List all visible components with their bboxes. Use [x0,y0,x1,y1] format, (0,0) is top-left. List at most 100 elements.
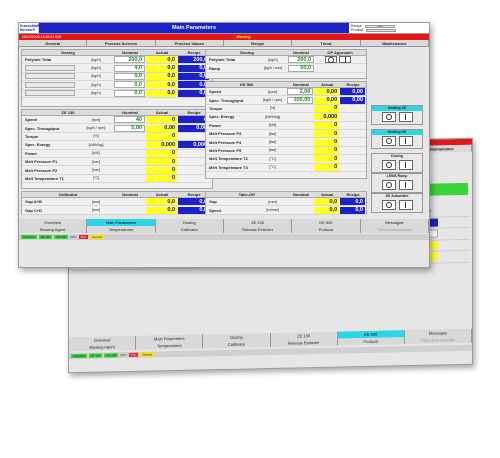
side-toggle-switch[interactable] [372,199,422,212]
dosing-nominal-value[interactable]: 0,0 [114,89,145,97]
dosing-nominal-value[interactable]: 4,0 [114,64,145,72]
nav-trend-acknowledge[interactable]: Trend Acknowledge [360,226,429,233]
ze130-actual-value: 0,00 [146,124,177,132]
nav-calibrator[interactable]: Calibrator [155,226,224,233]
nav-ke-500[interactable]: KE 500 [292,219,361,226]
status-solenoid: Solenoid [21,235,37,239]
ze130-nominal-value[interactable]: 5,00 [114,124,145,132]
nav-calibrator[interactable]: Calibrator [203,339,271,349]
side-toggle-ke-automatic[interactable]: KE Automatic [371,193,423,213]
side-toggle-heating-ke[interactable]: Heating KE [371,129,423,149]
ze130-nominal-value[interactable]: 40 [114,116,145,124]
dosing-actual-value: 0,0 [146,64,177,72]
calibrator-row: Gap C+D [mm] 0,0 0,0 [22,206,212,215]
nav-protocol[interactable]: Protocol [337,337,405,346]
nav-main-parameters[interactable]: Main Parameters [87,219,156,226]
toggle-off-icon[interactable] [381,136,396,146]
dosing-approach-nominal[interactable]: 50,0 [288,64,314,72]
nav-messages[interactable]: Messages [360,219,429,226]
ze130-actual-value: 0 [146,158,177,166]
dosing-row: [kg/h] 0,0 0,0 0,0 [22,89,212,98]
toggle-on-icon[interactable] [398,136,413,146]
ze130-row: Spec. Throughput [kg/h / rpm] 5,00 0,00 0,00 [22,124,212,133]
toggle-off-icon[interactable] [381,200,396,210]
ke500-row-label: Spec. Throughput [209,97,244,103]
op-approach-off-icon[interactable] [325,56,337,64]
nav-ze-130[interactable]: ZE 130 [223,219,293,226]
tab-maintenance[interactable]: Maintenance [360,40,429,46]
tab-trend[interactable]: Trend [292,40,361,46]
ze130-row-label: Melt Pressure P2 [25,167,58,173]
side-toggle-heating-ze[interactable]: Heating ZE [371,105,423,125]
ke500-recipe-value [340,139,365,146]
nav-protocol[interactable]: Protocol [292,226,361,233]
calibrator-nominal-value [114,198,145,205]
ze130-row-label: Spec. Throughput [25,125,60,131]
toggle-on-icon[interactable] [398,200,413,210]
takeoff-col-nominal: Nominal [293,192,309,197]
nav-blowing-agent[interactable]: Blowing Agent [69,342,137,352]
tab-process-values[interactable]: Process Values [155,40,224,46]
dosing-col-nominal: Nominal [122,50,138,55]
takeoff-col-recipe: Recipe [346,192,360,197]
nav-temperatures[interactable]: Temperatures [136,341,204,350]
ze130-col-actual: Actual [155,110,169,115]
dosing-nominal-value[interactable]: 0,0 [114,81,145,89]
dosing-approach-unit: [kg/h / min] [263,66,283,71]
dosing-approach-label: Ramp [209,65,221,71]
ke500-nominal-value[interactable]: 2,00 [287,88,314,96]
ke500-nominal-value[interactable]: 100,00 [287,96,314,104]
toggle-on-icon[interactable] [398,112,413,122]
nav-release-extruder[interactable]: Release Extruder [270,338,338,347]
nav-dosing[interactable]: Dosing [155,219,224,226]
calibrator-col-nominal: Nominal [122,192,138,197]
ke500-actual-value: 0 [314,130,340,138]
side-toggle-switch[interactable] [372,135,422,148]
ke500-row-unit: [%] [269,106,276,111]
tab-general[interactable]: General [19,40,88,46]
ze130-nominal-value [114,158,145,165]
ke500-actual-value: 0 [314,104,340,112]
status-ke500: KE 500 [104,353,119,358]
nav-blowing-agent[interactable]: Blowing Agent [19,226,88,233]
nav-trend-acknowledge[interactable]: Trend Acknowledge [404,335,473,345]
ze130-nominal-value [114,141,145,148]
side-toggle-switch[interactable] [372,159,422,172]
tab-recipe[interactable]: Recipe [223,40,293,46]
ke500-nominal-value [287,130,313,137]
dosing-nominal-value[interactable]: 200,0 [114,56,145,64]
tab-process-screens[interactable]: Process Screens [87,40,156,46]
nav-temperatures[interactable]: Temperatures [87,226,156,233]
takeoff-row-unit: [mm] [268,199,277,204]
toggle-on-icon[interactable] [398,180,413,190]
toggle-off-icon[interactable] [381,112,396,122]
status-cpu: CPU [70,235,77,239]
dosing-approach-nominal[interactable]: 200,0 [288,56,314,64]
ze130-row-label: Melt Temperature T1 [25,175,64,181]
side-toggle-lewa-ramp[interactable]: LEWA Ramp [371,173,423,193]
ke500-row: Spec. Throughput [kg/h / rpm] 100,00 0,00 0,… [206,96,366,105]
ke500-row-label: Melt Pressure P3 [209,131,242,137]
side-toggle-dosing[interactable]: Dosing [371,153,423,173]
toggle-on-icon[interactable] [398,160,413,170]
dosing-nominal-value[interactable]: 0,0 [114,72,145,80]
dosing-actual-value: 0,0 [146,72,177,80]
nav-release-extruder[interactable]: Release Extruder [223,226,293,233]
ke500-row: Melt Pressure P4 [bar] 0 [206,138,366,147]
toggle-off-icon[interactable] [381,180,396,190]
op-approach-toggle[interactable] [325,56,351,64]
side-toggle-switch[interactable] [372,179,422,192]
ke500-actual-value: 0 [314,163,340,171]
toggle-off-icon[interactable] [381,160,396,170]
status-plc: PLC [78,235,89,239]
side-toggle-switch[interactable] [372,111,422,124]
ke500-row-label: Torque [209,105,223,111]
nav-overview[interactable]: Overview [19,219,88,226]
dosing-row-label: Polymer Total [25,57,52,63]
bar-icon [405,202,406,208]
date-label: 28/10/2008 [22,35,40,39]
ke500-row-unit: [bar] [268,148,277,153]
op-approach-on-icon[interactable] [339,56,351,64]
ke500-recipe-value [340,130,365,137]
calibrator-panel: Calibrator Nominal Actual Recipe Gap A+B [mm]… [21,191,213,215]
